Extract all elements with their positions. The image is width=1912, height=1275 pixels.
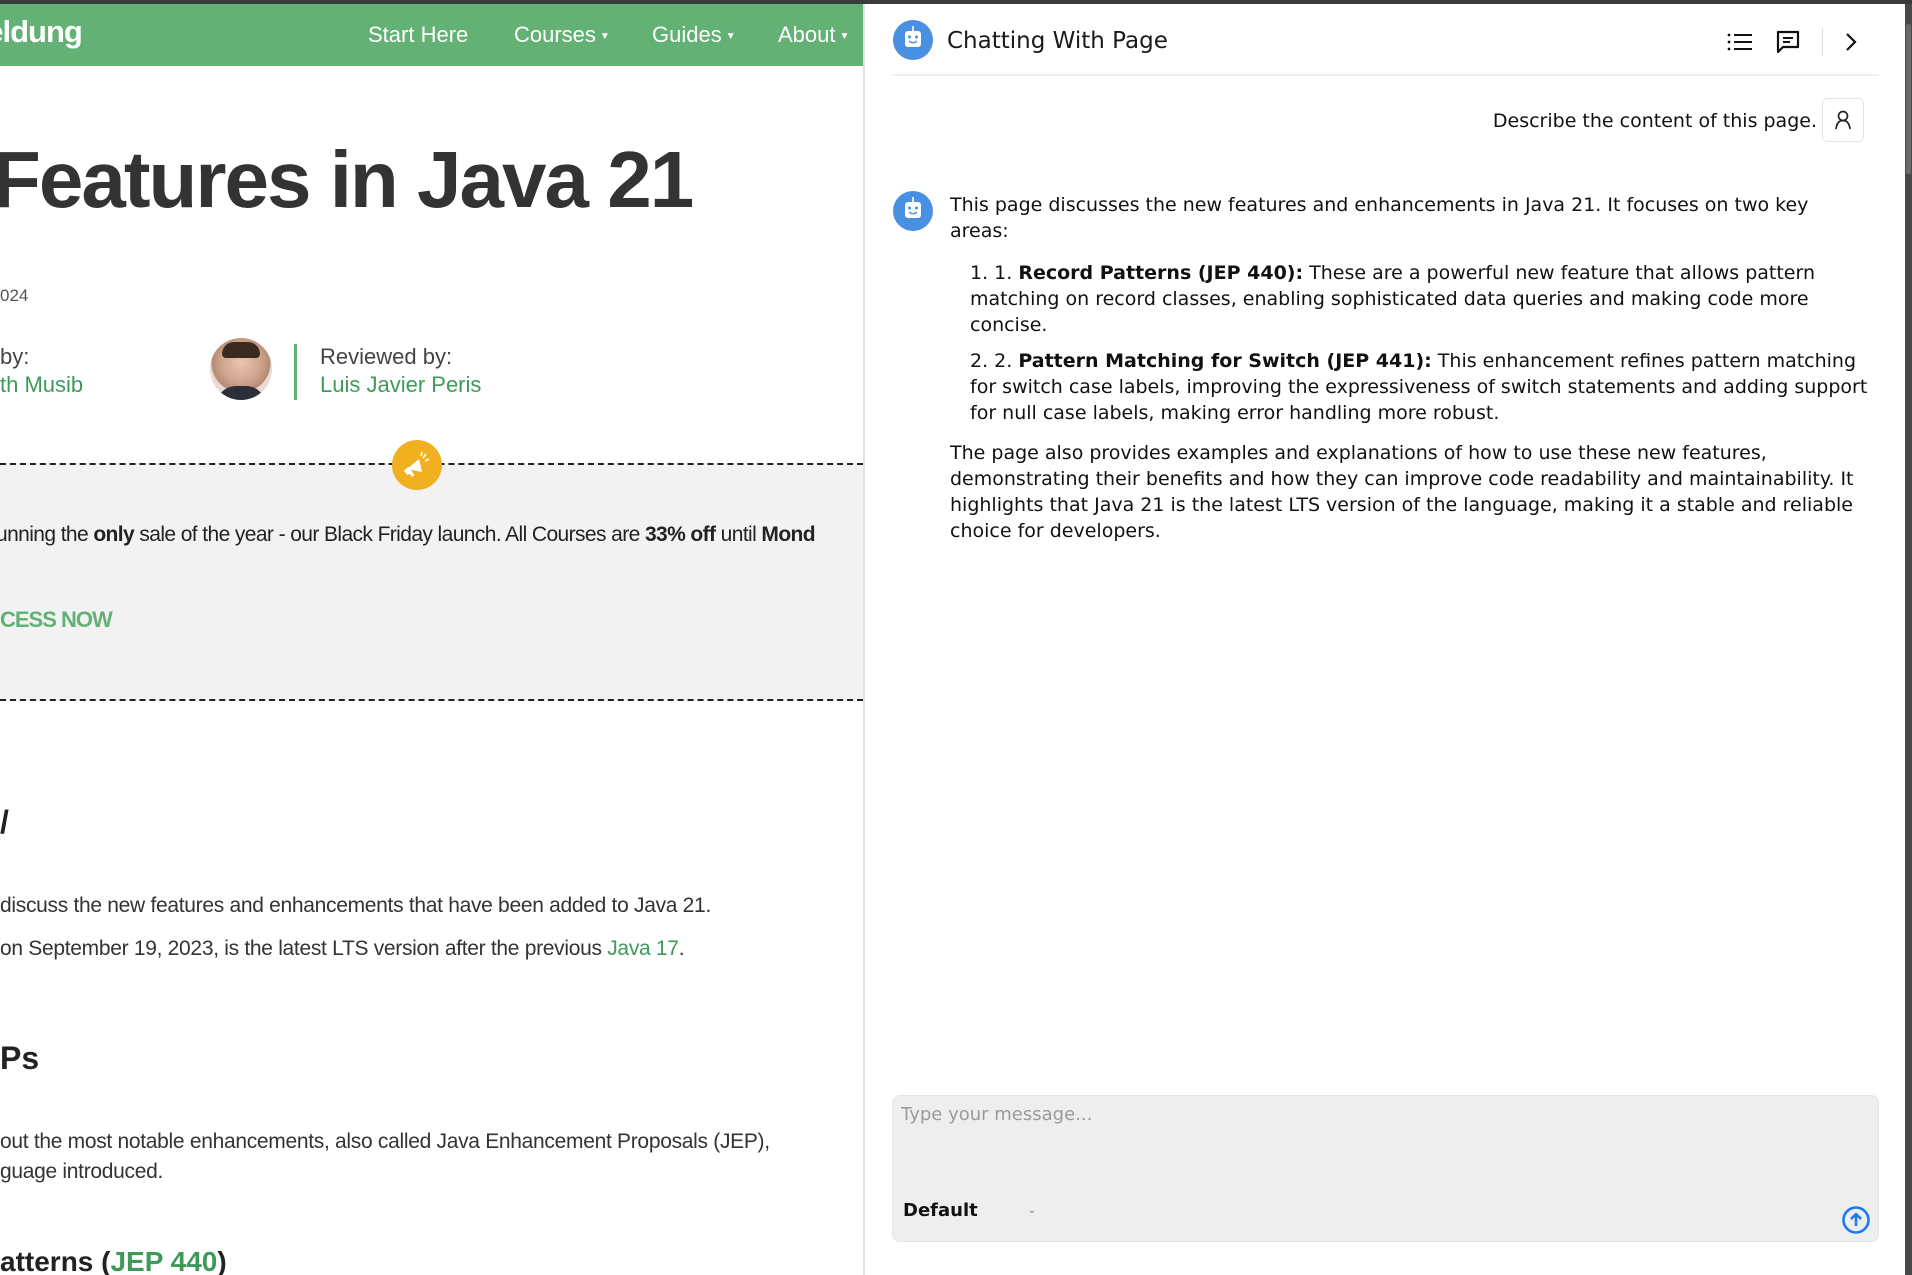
author-link[interactable]: th Musib [0, 372, 83, 398]
chevron-right-icon [1846, 33, 1857, 51]
text-part: ) [217, 1246, 227, 1275]
promo-text-part: until [715, 523, 762, 546]
text-part: . [678, 937, 685, 960]
reviewer-link[interactable]: Luis Javier Peris [320, 372, 481, 398]
nav-courses[interactable]: Courses ▼ [514, 22, 610, 48]
chevron-down-icon: ⌄ [1027, 1205, 1037, 1216]
promo-text-part: unning the [0, 523, 94, 546]
user-avatar [1822, 98, 1864, 142]
promo-text-bold: Mond [761, 523, 815, 546]
message-composer: Default ⌄ [892, 1095, 1879, 1242]
jeps-paragraph-line-1: out the most notable enhancements, also … [0, 1130, 770, 1153]
reviewer-avatar [210, 338, 272, 400]
user-message: Describe the content of this page. [1492, 110, 1817, 132]
web-page: aeldung Start Here Courses▼ Guides▼ Abou… [0, 4, 863, 1275]
arrow-up-circle-icon [1842, 1206, 1870, 1234]
overview-paragraph-1: discuss the new features and enhancement… [0, 894, 711, 917]
record-patterns-heading: atterns (JEP 440) [0, 1246, 227, 1275]
avatar-shirt [216, 386, 266, 400]
mode-dropdown[interactable]: Default ⌄ [903, 1200, 1036, 1221]
send-button[interactable] [1841, 1205, 1871, 1235]
chat-bubble-icon [1776, 30, 1800, 54]
promo-text-part: sale of the year - our Black Friday laun… [134, 523, 645, 546]
promo-text: unning the only sale of the year - our B… [0, 523, 816, 547]
bot-logo-icon [893, 20, 933, 60]
chat-history-button[interactable] [1772, 26, 1804, 58]
assistant-avatar-icon [893, 191, 933, 231]
header-separator [1822, 28, 1823, 56]
panel-title: Chatting With Page [947, 28, 1168, 54]
nav-label: Courses [514, 22, 596, 47]
user-icon [1835, 110, 1851, 130]
chat-side-panel: Chatting With Page Describe the content … [865, 4, 1905, 1275]
header-divider [892, 74, 1879, 76]
collapse-panel-button[interactable] [1835, 26, 1867, 58]
jeps-paragraph-line-2: guage introduced. [0, 1160, 164, 1183]
window-scrollbar[interactable] [1905, 4, 1912, 1275]
text-part: on September 19, 2023, is the latest LTS… [0, 937, 608, 960]
list-marker: 2. 2. [970, 350, 1013, 372]
assistant-intro: This page discusses the new features and… [950, 194, 1809, 242]
list-item: 1. 1. Record Patterns (JEP 440): These a… [970, 260, 1870, 338]
site-logo[interactable]: aeldung [0, 14, 83, 50]
overview-heading: / [0, 804, 9, 840]
caret-down-icon: ▼ [599, 30, 610, 42]
scrollbar-thumb[interactable] [1906, 24, 1911, 174]
article-date: 024 [0, 286, 29, 305]
overview-paragraph-2: on September 19, 2023, is the latest LTS… [0, 937, 685, 961]
list-item: 2. 2. Pattern Matching for Switch (JEP 4… [970, 348, 1870, 426]
assistant-closing: The page also provides examples and expl… [950, 442, 1854, 542]
assistant-list: 1. 1. Record Patterns (JEP 440): These a… [970, 260, 1870, 426]
author-label: by: [0, 344, 30, 369]
assistant-message: This page discusses the new features and… [950, 192, 1870, 544]
nav-guides[interactable]: Guides ▼ [652, 22, 736, 48]
nav-label: Guides [652, 22, 722, 47]
megaphone-icon [392, 440, 442, 490]
nav-about[interactable]: About ▼ [778, 22, 849, 48]
text-part: atterns ( [0, 1246, 111, 1275]
caret-down-icon: ▼ [839, 30, 850, 42]
jeps-heading: Ps [0, 1040, 40, 1076]
list-marker: 1. 1. [970, 262, 1013, 284]
list-item-title: Record Patterns (JEP 440): [1018, 262, 1304, 284]
avatar-hair [222, 342, 260, 358]
java17-link[interactable]: Java 17 [607, 937, 679, 960]
jep440-link[interactable]: JEP 440 [110, 1246, 217, 1275]
mode-selected-label: Default [903, 1200, 978, 1221]
nav-label: Start Here [368, 22, 469, 47]
list-button[interactable] [1724, 26, 1756, 58]
list-item-title: Pattern Matching for Switch (JEP 441): [1018, 350, 1432, 372]
promo-text-bold: only [93, 523, 135, 546]
nav-label: About [778, 22, 836, 47]
promo-cta-link[interactable]: CESS NOW [0, 607, 113, 633]
article-title: Features in Java 21 [0, 135, 694, 224]
list-icon [1727, 33, 1752, 51]
promo-discount: 33% off [644, 523, 716, 546]
promo-banner [0, 463, 863, 701]
nav-start-here[interactable]: Start Here [368, 22, 468, 48]
reviewer-divider [294, 344, 297, 400]
reviewer-label: Reviewed by: [320, 344, 453, 369]
caret-down-icon: ▼ [725, 30, 736, 42]
site-navbar: aeldung Start Here Courses▼ Guides▼ Abou… [0, 4, 863, 66]
message-input[interactable] [901, 1104, 1861, 1174]
